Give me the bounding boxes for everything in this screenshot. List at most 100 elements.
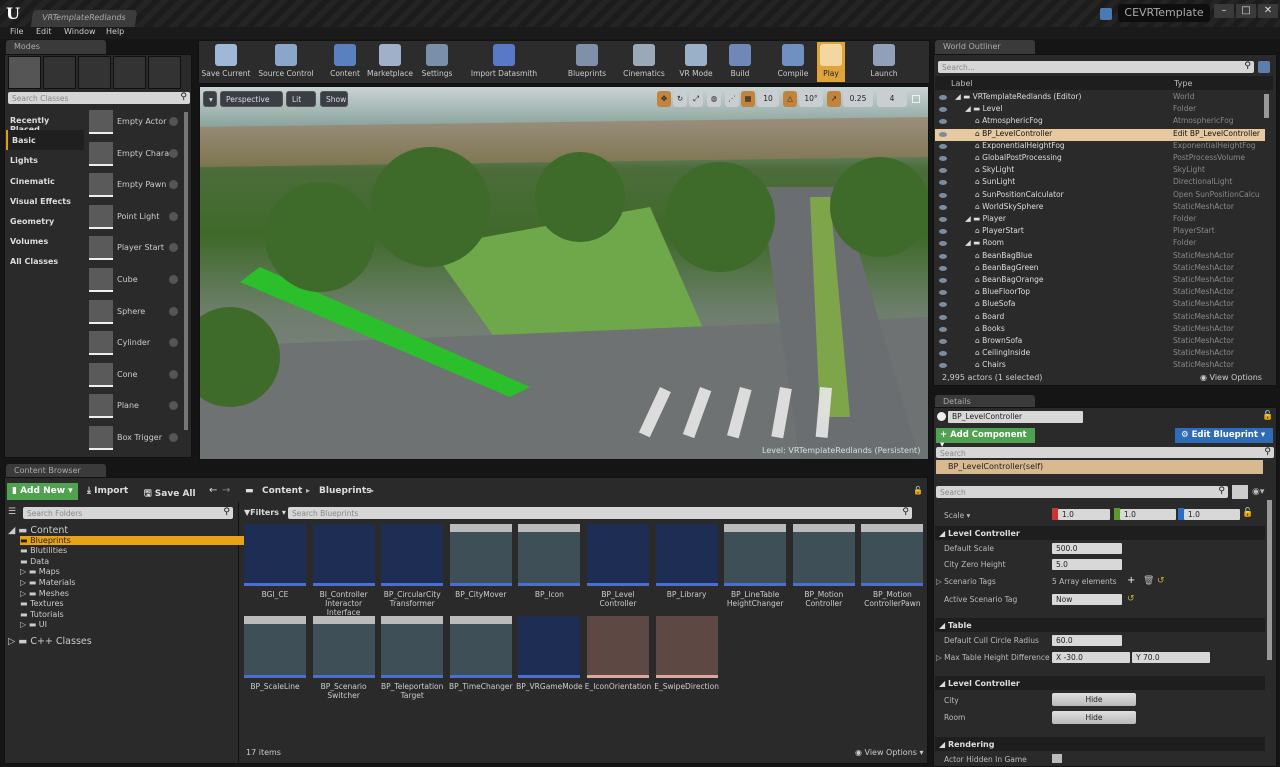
vr-mode-button[interactable]: VR Mode	[678, 42, 714, 82]
visibility-eye-icon[interactable]	[939, 204, 947, 210]
lock-icon[interactable]: 🔓	[1262, 411, 1273, 421]
menu-file[interactable]: File	[10, 27, 23, 36]
scenario-tags-label[interactable]: ▷ Scenario Tags	[936, 577, 996, 586]
level-controller-section[interactable]: ◢ Level Controller	[935, 526, 1265, 540]
mode-category[interactable]: Recently Placed	[6, 110, 84, 134]
outliner-scrollbar[interactable]	[1264, 94, 1269, 118]
edit-blueprint-button[interactable]: ⚙ Edit Blueprint ▾	[1175, 428, 1273, 443]
document-tab[interactable]: VRTemplateRedlands	[30, 10, 138, 27]
mode-category[interactable]: Basic	[6, 130, 84, 151]
placeable-item[interactable]: Cylinder	[86, 329, 182, 359]
foliage-mode-icon[interactable]	[113, 56, 146, 89]
add-element-icon[interactable]: +	[1127, 575, 1135, 586]
search-classes-input[interactable]: Search Classes ⚲	[8, 92, 190, 104]
rotate-tool-icon[interactable]: ↻	[673, 91, 687, 107]
rotation-snap-icon[interactable]: △	[783, 91, 797, 107]
launch-button[interactable]: Launch	[866, 42, 902, 82]
visibility-eye-icon[interactable]	[939, 131, 947, 137]
add-component-button[interactable]: + Add Component ▾	[936, 428, 1035, 450]
scale-z-field[interactable]: 1.0	[1184, 509, 1240, 520]
close-button[interactable]: ✕	[1258, 4, 1278, 18]
table-section[interactable]: ◢ Table	[935, 618, 1265, 632]
placeable-item[interactable]: Box Trigger	[86, 424, 182, 454]
outliner-row[interactable]: ⌂ BlueSofa StaticMeshActor	[935, 299, 1265, 311]
asset-tile[interactable]: BP_Level Controller	[587, 524, 649, 614]
visibility-eye-icon[interactable]	[939, 290, 947, 296]
folder-tree-item[interactable]: ▬ Blutilities	[20, 546, 67, 555]
outliner-row[interactable]: ◢ ▬ Player Folder	[935, 214, 1265, 226]
visibility-eye-icon[interactable]	[939, 253, 947, 259]
world-space-icon[interactable]: ◍	[707, 91, 721, 107]
outliner-row[interactable]: ⌂ BrownSofa StaticMeshActor	[935, 336, 1265, 348]
max-table-y-field[interactable]: Y 70.0	[1132, 652, 1210, 663]
level-viewport[interactable]	[199, 86, 929, 460]
placeable-item[interactable]: Player Start	[86, 234, 182, 264]
visibility-eye-icon[interactable]	[939, 339, 947, 344]
asset-tile[interactable]: BP_CircularCity Transformer	[381, 524, 444, 614]
visibility-eye-icon[interactable]	[939, 278, 947, 283]
folder-tree-item[interactable]: ▬ Textures	[20, 599, 64, 608]
asset-tile[interactable]: BP_Motion ControllerPawn	[861, 524, 924, 614]
outliner-view-options[interactable]: ◉ View Options	[1200, 373, 1262, 382]
outliner-row[interactable]: ⌂ BlueFloorTop StaticMeshActor	[935, 287, 1265, 299]
mode-category[interactable]: Lights	[6, 150, 84, 170]
maximize-viewport-icon[interactable]	[912, 95, 920, 103]
reset-icon[interactable]: ↺	[1157, 576, 1165, 586]
build-button[interactable]: Build	[726, 42, 754, 82]
asset-tile[interactable]: BI_Controller Interactor Interface	[312, 524, 375, 617]
folder-tree-item[interactable]: ▷ ▬ UI	[20, 620, 47, 629]
save-current-button[interactable]: Save Current	[200, 42, 252, 82]
outliner-row[interactable]: ◢ ▬ Level Folder	[935, 104, 1265, 116]
cinematics-button[interactable]: Cinematics	[620, 42, 668, 82]
path-separator-icon[interactable]: ▸	[370, 486, 374, 495]
visibility-eye-icon[interactable]	[939, 363, 947, 369]
minimize-button[interactable]: –	[1214, 4, 1234, 18]
cull-radius-field[interactable]: 60.0	[1052, 635, 1122, 646]
folder-tree-item[interactable]: ▷ ▬ Materials	[20, 578, 75, 587]
placeable-item[interactable]: Cone	[86, 361, 182, 391]
sources-toggle-icon[interactable]: ☰	[8, 507, 16, 517]
help-icon[interactable]	[169, 243, 178, 253]
menu-edit[interactable]: Edit	[36, 27, 52, 36]
active-scenario-tag-field[interactable]: Now	[1052, 594, 1122, 605]
asset-tile[interactable]: BP_Motion Controller	[792, 524, 855, 614]
outliner-row[interactable]: ⌂ ExponentialHeightFog ExponentialHeightF…	[935, 141, 1265, 153]
visibility-eye-icon[interactable]	[939, 265, 947, 271]
level-controller-section-2[interactable]: ◢ Level Controller	[935, 676, 1265, 690]
hide-room-button[interactable]: Hide	[1052, 711, 1136, 724]
asset-tile[interactable]: BP_LineTable HeightChanger	[724, 524, 787, 614]
grid-snap-value[interactable]: 10	[757, 91, 779, 107]
asset-tile[interactable]: BGI_CE	[244, 524, 306, 614]
outliner-row[interactable]: ⌂ Chairs StaticMeshActor	[935, 360, 1265, 372]
help-icon[interactable]	[169, 401, 178, 411]
content-browser-tab[interactable]: Content Browser	[6, 464, 106, 478]
placeable-item[interactable]: Sphere	[86, 298, 182, 328]
hide-city-button[interactable]: Hide	[1052, 693, 1136, 706]
outliner-row[interactable]: ⌂ CeilingInside StaticMeshActor	[935, 348, 1265, 360]
rotation-snap-value[interactable]: 10°	[799, 91, 823, 107]
placeable-item[interactable]: Empty Chara	[86, 140, 182, 170]
compile-button[interactable]: Compile	[776, 42, 810, 82]
help-icon[interactable]	[169, 306, 178, 316]
maximize-button[interactable]: □	[1236, 4, 1256, 18]
path-separator-icon[interactable]: ▸	[306, 486, 310, 495]
marketplace-button[interactable]: Marketplace	[366, 42, 414, 82]
visibility-eye-icon[interactable]	[939, 241, 947, 247]
camera-speed-value[interactable]: 4	[877, 91, 907, 107]
mode-category[interactable]: Geometry	[6, 211, 84, 231]
search-assets-input[interactable]: Search Blueprints ⚲	[288, 507, 912, 519]
folder-tree-item[interactable]: ▷ ▬ Meshes	[20, 589, 69, 598]
lit-button[interactable]: Lit	[286, 91, 316, 107]
asset-tile[interactable]: E_IconOrientation	[585, 616, 651, 706]
asset-tile[interactable]: BP_CityMover	[449, 524, 512, 614]
visibility-eye-icon[interactable]	[939, 314, 947, 320]
folder-tree-item[interactable]: ▬ Blueprints	[20, 535, 244, 545]
placeable-item[interactable]: Point Light	[86, 203, 182, 233]
path-content[interactable]: Content	[262, 486, 302, 496]
scale-y-field[interactable]: 1.0	[1120, 509, 1176, 520]
geometry-mode-icon[interactable]	[148, 56, 181, 89]
folder-tree-item[interactable]: ▬ Data	[20, 557, 49, 566]
outliner-row[interactable]: ⌂ SunPositionCalculator Open SunPositionC…	[935, 190, 1265, 202]
max-table-x-field[interactable]: X -30.0	[1052, 652, 1130, 663]
visibility-eye-icon[interactable]	[939, 351, 947, 357]
